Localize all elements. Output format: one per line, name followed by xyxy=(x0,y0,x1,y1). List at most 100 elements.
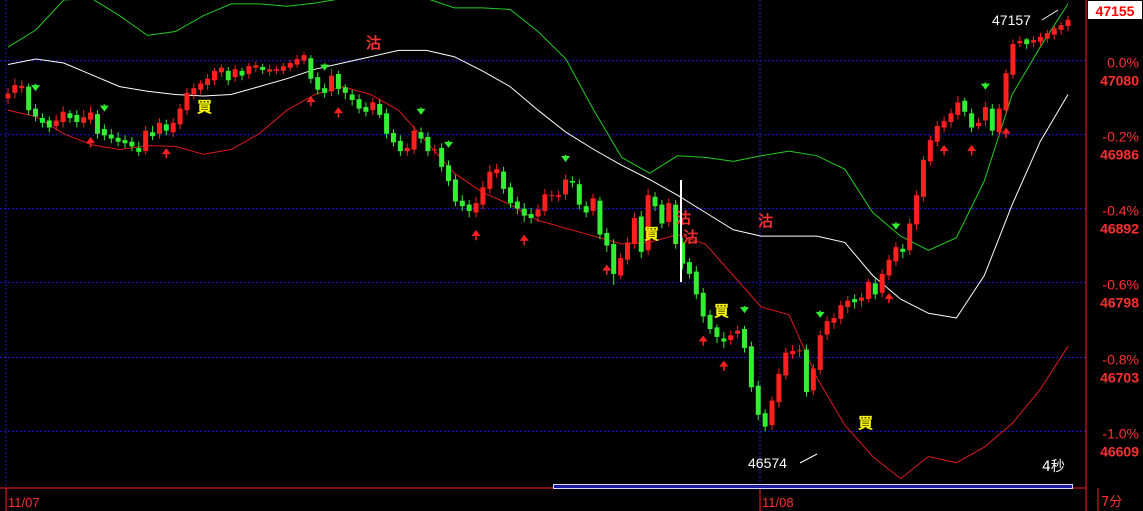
candle-body xyxy=(411,130,417,150)
candle-body xyxy=(666,203,672,222)
candle-body xyxy=(439,147,445,167)
candles xyxy=(5,15,1071,432)
candle-body xyxy=(122,140,128,144)
candle-body xyxy=(446,165,452,182)
candle-body xyxy=(370,102,376,111)
candle-body xyxy=(914,195,920,225)
candle-body xyxy=(755,385,761,415)
down-arrow-icon xyxy=(31,83,41,92)
candle-body xyxy=(728,335,734,341)
candle-body xyxy=(404,147,410,152)
candle-body xyxy=(459,200,465,207)
candle-body xyxy=(156,122,162,134)
candle-body xyxy=(569,181,575,183)
up-arrow-icon xyxy=(306,96,316,107)
candle-body xyxy=(797,350,803,352)
up-arrow-icon xyxy=(939,144,949,156)
down-arrow-icon xyxy=(739,305,749,314)
candle-body xyxy=(198,83,204,90)
candle-body xyxy=(542,194,548,211)
candle-body xyxy=(907,223,913,251)
candle-body xyxy=(363,107,369,112)
pct-tick-label: -0.8% xyxy=(1102,351,1139,367)
up-arrow-icon xyxy=(161,148,171,159)
candle-body xyxy=(115,137,121,142)
candle-body xyxy=(810,368,816,391)
candle-body xyxy=(817,335,823,370)
up-arrow-icon xyxy=(884,292,894,304)
sell-label: 沽 xyxy=(676,209,691,227)
candle-body xyxy=(46,120,52,128)
candle-body xyxy=(253,65,259,68)
candle-body xyxy=(556,195,562,197)
candle-body xyxy=(783,352,789,376)
up-arrow-icon xyxy=(967,144,977,156)
candle-body xyxy=(225,70,231,81)
candle-body xyxy=(631,218,637,244)
candle-body xyxy=(211,70,217,81)
candle-body xyxy=(12,85,18,93)
candle-body xyxy=(260,66,266,71)
x-tick-label: 11/08 xyxy=(762,495,794,510)
up-arrow-icon xyxy=(719,360,729,371)
candle-body xyxy=(494,169,500,174)
candle-body xyxy=(308,58,314,79)
candle-body xyxy=(150,132,156,137)
candle-body xyxy=(721,338,727,342)
candle-body xyxy=(335,73,341,89)
interval-label: 7分 xyxy=(1101,495,1122,510)
candle-body xyxy=(624,242,630,260)
candle-body xyxy=(1065,19,1071,26)
candle-body xyxy=(26,86,32,111)
buy-label: 買 xyxy=(714,302,729,320)
candle-body xyxy=(452,179,458,202)
candle-body xyxy=(927,140,933,162)
down-arrow-icon xyxy=(320,63,330,71)
refresh-interval-label: 4秒 xyxy=(1042,459,1065,475)
candle-body xyxy=(865,281,871,300)
down-arrow-icon xyxy=(891,222,901,230)
candle-body xyxy=(322,88,328,93)
candle-body xyxy=(163,124,169,131)
down-arrow-icon xyxy=(416,107,426,115)
candle-body xyxy=(955,102,961,115)
candle-body xyxy=(686,262,692,274)
candle-body xyxy=(735,330,741,334)
candle-body xyxy=(1044,33,1050,39)
candle-body xyxy=(748,346,754,388)
pct-tick-label: 0.0% xyxy=(1107,55,1139,71)
up-arrow-icon xyxy=(1001,127,1011,138)
down-arrow-icon xyxy=(815,310,825,318)
low-annotation: 46574 xyxy=(748,455,787,471)
low-pointer xyxy=(799,453,818,464)
candle-body xyxy=(969,113,975,128)
candle-body xyxy=(94,114,100,134)
candle-body xyxy=(982,107,988,121)
candle-body xyxy=(879,273,885,293)
price-tick-label: 46798 xyxy=(1100,295,1139,311)
candle-body xyxy=(397,140,403,152)
candle-body xyxy=(60,111,66,122)
time-scrollbar[interactable] xyxy=(553,484,1073,489)
candle-body xyxy=(1037,36,1043,42)
candle-body xyxy=(934,125,940,142)
candle-body xyxy=(53,120,59,126)
sell-label: 沽 xyxy=(683,228,698,246)
sell-label: 沽 xyxy=(366,34,381,52)
candle-body xyxy=(177,108,183,125)
candle-body xyxy=(33,108,39,117)
candle-body xyxy=(693,271,699,295)
middle-band-line xyxy=(7,49,1069,319)
candle-body xyxy=(205,78,211,86)
candle-body xyxy=(501,171,507,189)
candle-body xyxy=(803,349,809,392)
sell-label: 沽 xyxy=(758,212,773,230)
candle-body xyxy=(590,198,596,211)
up-arrow-icon xyxy=(602,264,612,275)
candle-body xyxy=(941,121,947,128)
candle-body xyxy=(700,292,706,317)
candle-body xyxy=(962,100,968,112)
candle-body xyxy=(425,136,431,152)
candle-body xyxy=(576,184,582,205)
candle-body xyxy=(143,130,149,152)
